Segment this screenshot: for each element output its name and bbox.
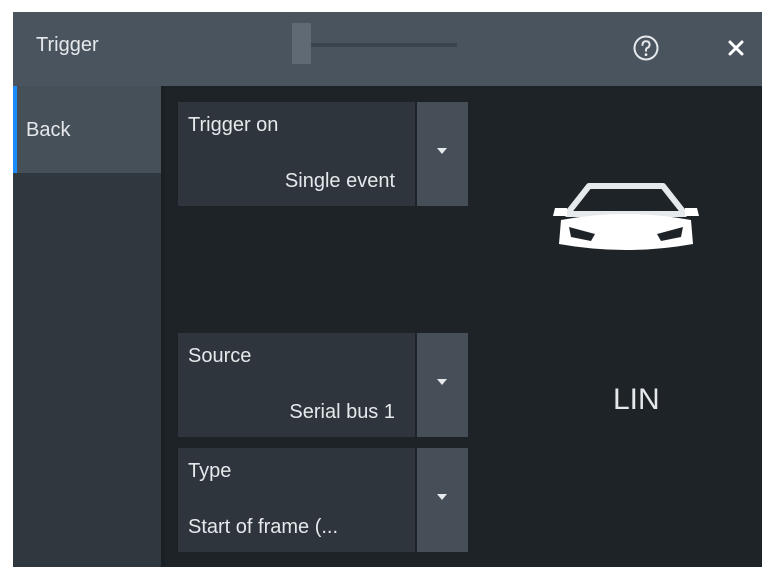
source-value: Serial bus 1 bbox=[289, 401, 395, 423]
trigger-on-field: Trigger on Single event bbox=[178, 102, 468, 206]
source-select[interactable]: Source Serial bus 1 bbox=[178, 333, 415, 437]
type-value: Start of frame (... bbox=[188, 516, 339, 538]
trigger-on-dropdown-button[interactable] bbox=[417, 102, 468, 206]
help-icon bbox=[633, 35, 659, 61]
source-dropdown-button[interactable] bbox=[417, 333, 468, 437]
sidebar-divider bbox=[161, 86, 165, 567]
source-field: Source Serial bus 1 bbox=[178, 333, 468, 437]
dropdown-arrow-icon bbox=[437, 379, 447, 385]
trigger-dialog: Trigger Back Trigger on Single event Sou… bbox=[13, 12, 762, 567]
close-icon bbox=[728, 40, 744, 56]
sidebar: Back bbox=[13, 86, 161, 567]
source-label: Source bbox=[188, 345, 252, 367]
drag-track bbox=[311, 43, 457, 47]
type-field: Type Start of frame (... bbox=[178, 448, 468, 552]
back-selected-indicator bbox=[13, 86, 17, 173]
dialog-title: Trigger bbox=[36, 34, 99, 56]
type-select[interactable]: Type Start of frame (... bbox=[178, 448, 415, 552]
trigger-on-value: Single event bbox=[284, 170, 395, 192]
protocol-label: LIN bbox=[613, 383, 660, 416]
dropdown-arrow-icon bbox=[437, 148, 447, 154]
trigger-on-label: Trigger on bbox=[188, 114, 279, 136]
dialog-titlebar[interactable]: Trigger bbox=[13, 12, 762, 86]
back-button[interactable]: Back bbox=[13, 86, 161, 173]
car-icon bbox=[553, 183, 699, 250]
dropdown-arrow-icon bbox=[437, 494, 447, 500]
trigger-on-select[interactable]: Trigger on Single event bbox=[178, 102, 415, 206]
close-button[interactable] bbox=[721, 33, 751, 63]
type-label: Type bbox=[188, 460, 232, 482]
help-button[interactable] bbox=[631, 33, 661, 63]
back-label: Back bbox=[26, 119, 71, 141]
type-dropdown-button[interactable] bbox=[417, 448, 468, 552]
drag-handle[interactable] bbox=[292, 23, 311, 64]
